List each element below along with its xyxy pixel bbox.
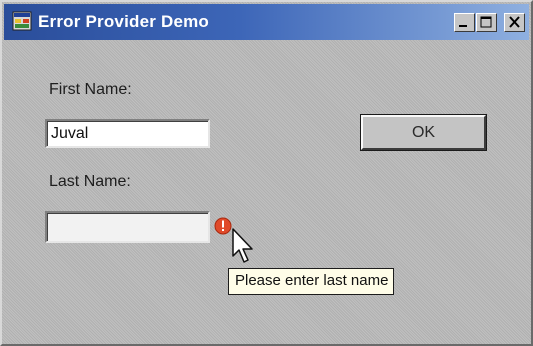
close-button[interactable] bbox=[504, 13, 525, 32]
minimize-button[interactable] bbox=[454, 13, 475, 32]
error-tooltip: Please enter last name bbox=[228, 268, 395, 295]
title-bar[interactable]: Error Provider Demo bbox=[4, 4, 529, 40]
error-icon[interactable] bbox=[214, 217, 232, 235]
app-form-icon[interactable] bbox=[12, 11, 32, 31]
maximize-icon bbox=[480, 16, 492, 28]
close-icon bbox=[509, 16, 520, 28]
first-name-field[interactable] bbox=[45, 119, 210, 148]
last-name-label: Last Name: bbox=[49, 173, 131, 190]
window-title: Error Provider Demo bbox=[38, 12, 210, 31]
main-window: Error Provider Demo First Name: OK Last … bbox=[0, 0, 533, 346]
first-name-label: First Name: bbox=[49, 81, 132, 98]
last-name-field[interactable] bbox=[45, 211, 210, 243]
maximize-button[interactable] bbox=[476, 13, 497, 32]
mouse-pointer-icon bbox=[231, 228, 257, 266]
ok-button[interactable]: OK bbox=[361, 115, 486, 150]
minimize-icon bbox=[459, 25, 467, 27]
